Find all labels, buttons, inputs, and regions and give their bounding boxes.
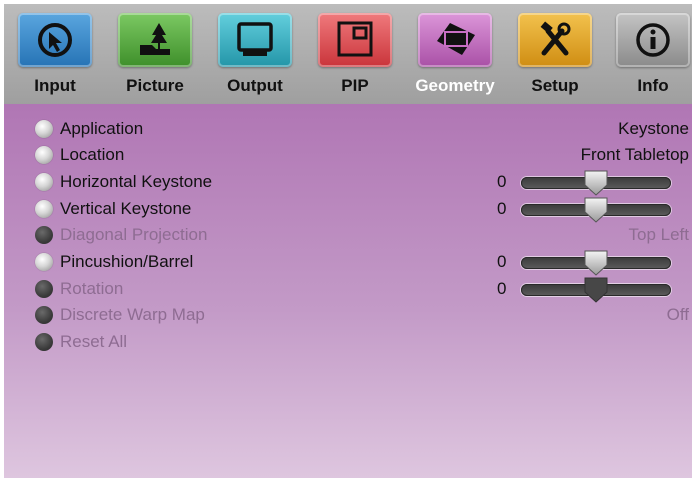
- tab-info[interactable]: Info: [613, 13, 692, 103]
- slider-value: 0: [497, 199, 507, 218]
- menu-item-label: Pincushion/Barrel: [60, 252, 194, 271]
- pip-window-icon: [318, 13, 392, 67]
- bullet-icon: [35, 280, 53, 298]
- menu-item-value[interactable]: Front Tabletop: [581, 145, 689, 165]
- tab-output[interactable]: Output: [215, 13, 295, 103]
- tab-geometry[interactable]: Geometry: [415, 13, 495, 103]
- slider-thumb: [584, 277, 608, 303]
- tab-picture[interactable]: Picture: [115, 13, 195, 103]
- menu-item-value: Off: [666, 305, 689, 324]
- tab-label: Info: [637, 76, 669, 95]
- menu-item-reset-all: Reset All: [4, 330, 692, 356]
- menu-item-location[interactable]: Location Front Tabletop: [4, 143, 692, 169]
- rotated-rect-icon: [418, 13, 492, 67]
- menu-item-label: Horizontal Keystone: [60, 172, 213, 191]
- menu-item-label: Rotation: [60, 279, 124, 298]
- pincushion-barrel-slider[interactable]: [521, 250, 671, 276]
- menu-item-value[interactable]: Keystone: [618, 119, 689, 139]
- slider-value: 0: [497, 279, 507, 298]
- bullet-icon: [35, 146, 53, 164]
- slider-thumb[interactable]: [583, 169, 609, 197]
- menu-item-diagonal-projection: Diagonal Projection Top Left: [4, 223, 692, 249]
- tab-bar: Input Picture Output PIP Geometry Setup …: [4, 4, 692, 104]
- input-arrow-icon: [18, 13, 92, 67]
- menu-item-horizontal-keystone[interactable]: Horizontal Keystone 0: [4, 170, 692, 196]
- bullet-icon: [35, 173, 53, 191]
- menu-item-label: Application: [60, 119, 144, 138]
- tools-icon: [518, 13, 592, 67]
- tab-setup[interactable]: Setup: [515, 13, 595, 103]
- bullet-icon: [35, 306, 53, 324]
- slider-thumb[interactable]: [583, 249, 609, 277]
- monitor-icon: [218, 13, 292, 67]
- tab-label: Geometry: [415, 76, 495, 95]
- tab-label: Output: [227, 76, 283, 95]
- info-icon: [616, 13, 690, 67]
- tab-label: Picture: [126, 76, 184, 95]
- landscape-tree-icon: [118, 13, 192, 67]
- rotation-slider: [521, 277, 671, 303]
- horizontal-keystone-slider[interactable]: [521, 170, 671, 196]
- bullet-icon: [35, 200, 53, 218]
- tab-label: Input: [34, 76, 76, 95]
- tab-pip[interactable]: PIP: [315, 13, 395, 103]
- vertical-keystone-slider[interactable]: [521, 197, 671, 223]
- menu-item-discrete-warp-map: Discrete Warp Map Off: [4, 303, 692, 329]
- menu-item-label: Discrete Warp Map: [60, 305, 205, 324]
- tab-input[interactable]: Input: [15, 13, 95, 103]
- geometry-menu-panel: Application Keystone Location Front Tabl…: [4, 104, 692, 478]
- menu-item-rotation: Rotation 0: [4, 277, 692, 303]
- menu-item-label: Diagonal Projection: [60, 225, 208, 244]
- menu-item-label: Reset All: [60, 332, 128, 351]
- menu-item-label: Location: [60, 145, 125, 164]
- menu-item-vertical-keystone[interactable]: Vertical Keystone 0: [4, 197, 692, 223]
- tab-label: Setup: [531, 76, 579, 95]
- bullet-icon: [35, 226, 53, 244]
- tab-label: PIP: [341, 76, 369, 95]
- menu-item-pincushion-barrel[interactable]: Pincushion/Barrel 0: [4, 250, 692, 276]
- bullet-icon: [35, 120, 53, 138]
- slider-thumb[interactable]: [583, 196, 609, 224]
- bullet-icon: [35, 253, 53, 271]
- menu-item-value: Top Left: [628, 225, 690, 244]
- bullet-icon: [35, 333, 53, 351]
- geometry-menu-window: Input Picture Output PIP Geometry Setup …: [4, 4, 692, 478]
- slider-value: 0: [497, 252, 507, 271]
- menu-item-application[interactable]: Application Keystone: [4, 117, 692, 143]
- slider-value: 0: [497, 172, 507, 191]
- menu-item-label: Vertical Keystone: [60, 199, 192, 218]
